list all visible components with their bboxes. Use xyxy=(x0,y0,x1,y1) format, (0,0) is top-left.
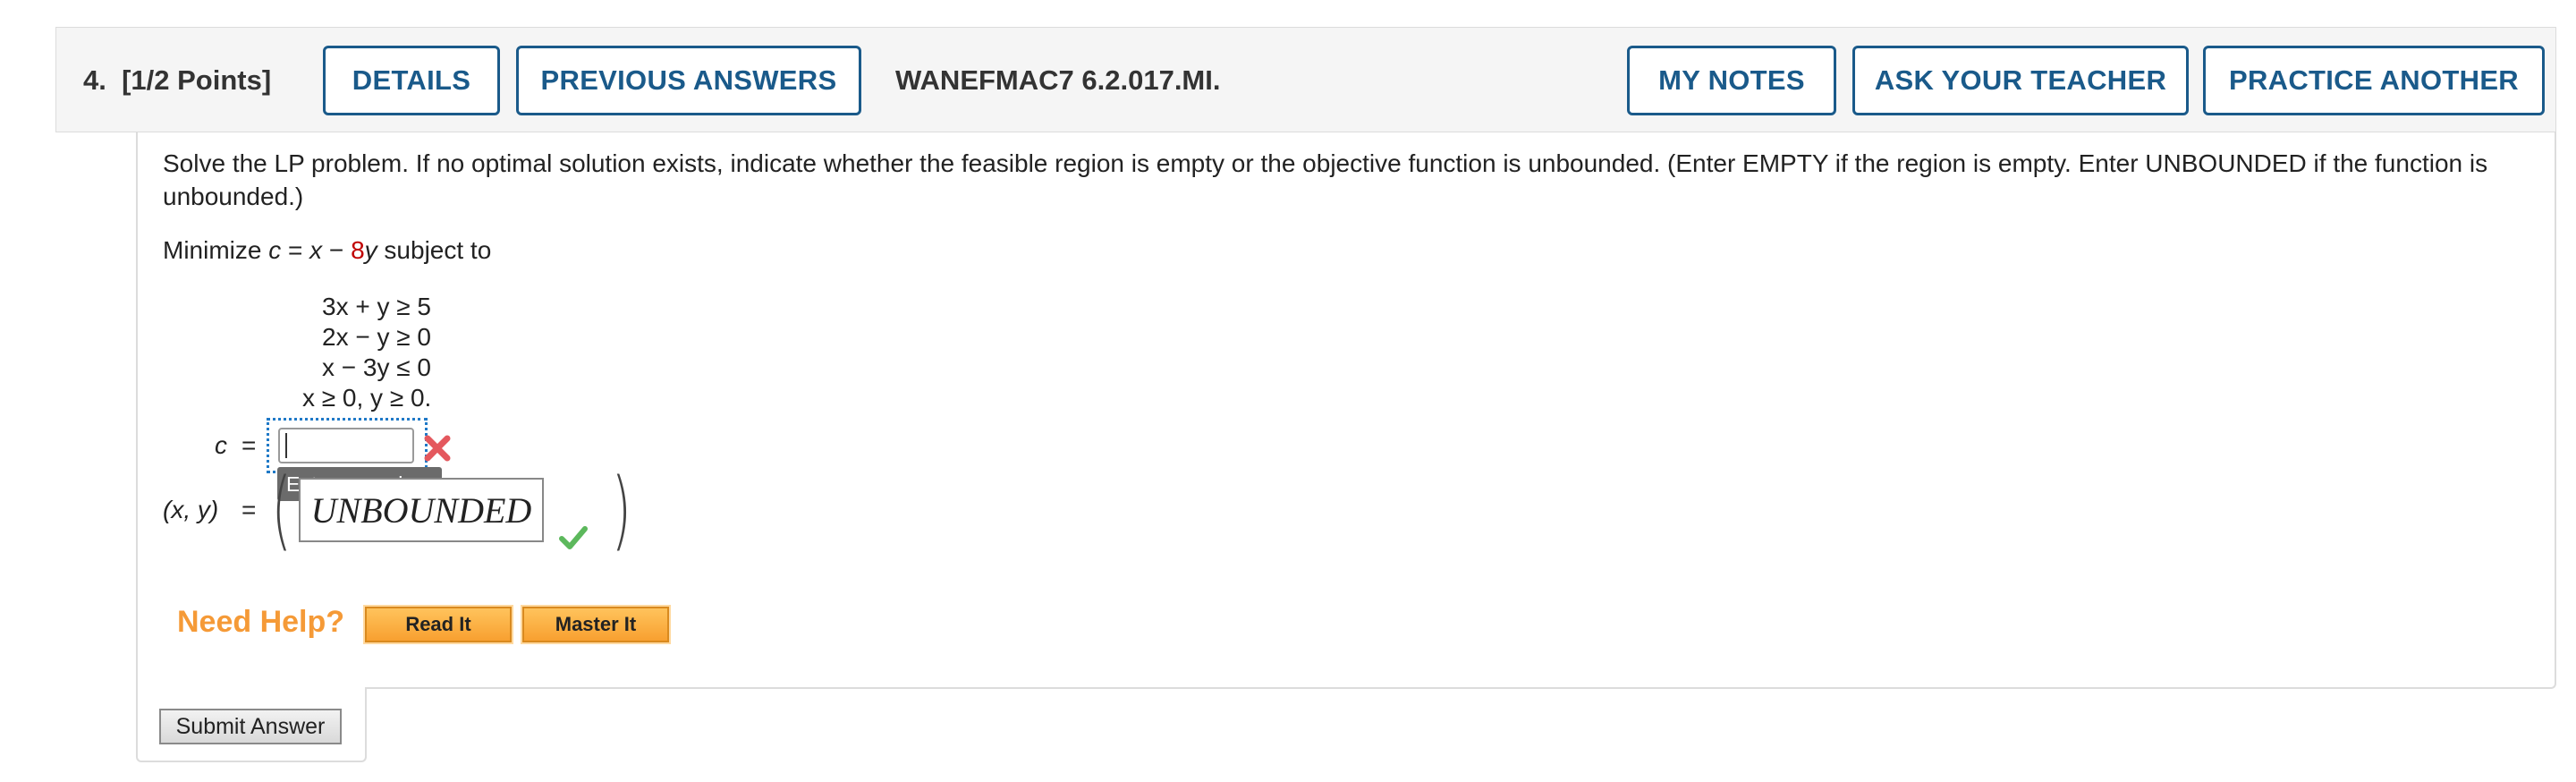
objective-var-c: c xyxy=(268,236,282,264)
read-it-button[interactable]: Read It xyxy=(363,605,513,644)
objective-suffix: subject to xyxy=(377,236,492,264)
points-label: [1/2 Points] xyxy=(122,64,272,96)
c-equals: = xyxy=(242,431,257,459)
objective-prefix: Minimize xyxy=(163,236,269,264)
constraint-1: 3x + y ≥ 5 xyxy=(322,293,431,320)
xy-label: (x, y) xyxy=(163,496,219,523)
question-header: 4. [1/2 Points] DETAILS PREVIOUS ANSWERS… xyxy=(55,27,2556,132)
question-number: 4. [1/2 Points] xyxy=(83,28,271,133)
my-notes-button[interactable]: MY NOTES xyxy=(1627,46,1836,115)
question-page: 4. [1/2 Points] DETAILS PREVIOUS ANSWERS… xyxy=(0,0,2576,782)
constraint-3: x − 3y ≤ 0 xyxy=(322,353,431,381)
ask-your-teacher-button[interactable]: ASK YOUR TEACHER xyxy=(1852,46,2189,115)
master-it-button[interactable]: Master It xyxy=(521,605,671,644)
xy-answer-box[interactable]: UNBOUNDED xyxy=(299,478,544,542)
constraint-2: 2x − y ≥ 0 xyxy=(322,323,431,351)
objective-eq: = xyxy=(281,236,310,264)
assignment-id: WANEFMAC7 6.2.017.MI. xyxy=(895,64,1221,96)
open-paren: ( xyxy=(271,460,292,560)
correct-check-icon xyxy=(559,526,588,549)
objective-var-x: x xyxy=(309,236,323,264)
objective-minus: − xyxy=(322,236,352,264)
previous-answers-button[interactable]: PREVIOUS ANSWERS xyxy=(516,46,861,115)
objective-coefficient: 8 xyxy=(351,236,365,264)
objective-function: Minimize c = x − 8y subject to xyxy=(163,236,491,265)
xy-equals: = xyxy=(242,496,257,523)
constraint-4: x ≥ 0, y ≥ 0. xyxy=(302,384,432,412)
question-body xyxy=(136,132,2556,689)
close-paren: ) xyxy=(611,460,631,560)
text-caret xyxy=(285,433,287,458)
instructions-text: Solve the LP problem. If no optimal solu… xyxy=(163,149,2488,210)
c-answer-input[interactable] xyxy=(278,428,414,463)
submit-answer-button[interactable]: Submit Answer xyxy=(159,709,342,744)
practice-another-button[interactable]: PRACTICE ANOTHER xyxy=(2203,46,2545,115)
question-number-text: 4. xyxy=(83,64,106,96)
details-button[interactable]: DETAILS xyxy=(323,46,500,115)
incorrect-x-icon xyxy=(424,435,451,462)
c-label: c xyxy=(215,431,227,459)
objective-var-y: y xyxy=(364,236,377,264)
need-help-label: Need Help? xyxy=(177,605,345,639)
